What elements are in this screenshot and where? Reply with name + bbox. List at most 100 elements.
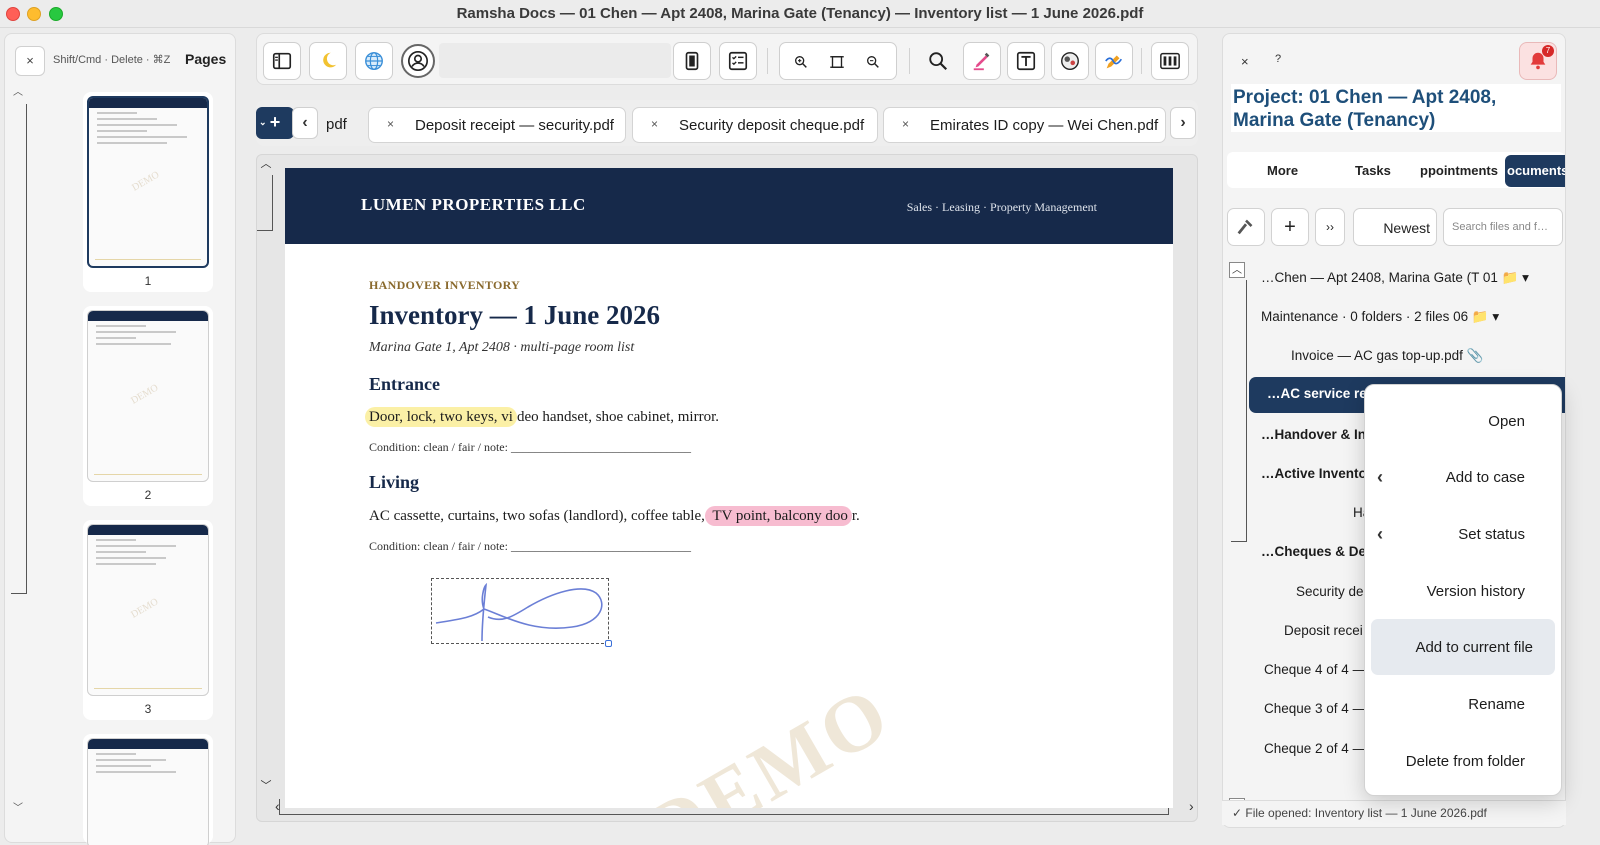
- page-thumbnail-2[interactable]: DEMO 2: [83, 306, 213, 506]
- tree-item-deposit-receipt[interactable]: Deposit recei: [1284, 623, 1363, 638]
- zoom-controls: [779, 42, 897, 80]
- text-tool-button[interactable]: [1007, 42, 1045, 80]
- zoom-in-icon: [795, 56, 807, 68]
- tab-scroll-right-button[interactable]: ›: [1170, 107, 1196, 139]
- close-pages-panel-button[interactable]: ×: [15, 46, 45, 76]
- tree-scrollbar[interactable]: ︿ ﹀: [1227, 262, 1247, 817]
- scroll-up-icon[interactable]: ︿: [1229, 262, 1245, 278]
- layout-columns-button[interactable]: [1151, 42, 1189, 80]
- highlight-pen-button[interactable]: [963, 42, 1001, 80]
- tree-item-cheques-folder[interactable]: …Cheques & Dep: [1261, 544, 1374, 559]
- tree-item-maintenance-folder[interactable]: Maintenance · 0 folders · 2 files 06 📁 ▾: [1261, 309, 1499, 325]
- close-tab-icon[interactable]: ×: [902, 117, 909, 131]
- page-thumbnail-image: DEMO: [87, 310, 209, 482]
- document-vertical-scrollbar[interactable]: ︿ ﹀: [257, 155, 277, 821]
- sort-dropdown[interactable]: Newest: [1353, 208, 1437, 246]
- pages-scrollbar[interactable]: ︿ ﹀: [9, 86, 27, 836]
- window-title: Ramsha Docs — 01 Chen — Apt 2408, Marina…: [456, 5, 1144, 22]
- menu-item-delete-from-folder[interactable]: Delete from folder: [1371, 733, 1555, 789]
- menu-item-rename[interactable]: Rename: [1371, 676, 1555, 732]
- tree-item-cheque-3[interactable]: Cheque 3 of 4 —: [1264, 701, 1366, 716]
- pages-scrollbar-thumb[interactable]: [11, 104, 27, 594]
- signature-tool-button[interactable]: [1095, 42, 1133, 80]
- close-tab-icon[interactable]: ×: [387, 117, 394, 131]
- new-tab-button[interactable]: ⌄ +: [256, 107, 294, 139]
- zoom-out-button[interactable]: [862, 51, 884, 73]
- files-search-input[interactable]: [1443, 208, 1563, 246]
- tab-emirates-id-copy[interactable]: × Emirates ID copy — Wei Chen.pdf: [883, 107, 1166, 143]
- document-scrollbar-thumb[interactable]: [257, 175, 273, 231]
- resize-handle[interactable]: [605, 640, 612, 647]
- checklist-button[interactable]: [719, 42, 757, 80]
- expand-button[interactable]: ››: [1315, 208, 1345, 246]
- page-thumbnail-3[interactable]: DEMO 3: [83, 520, 213, 720]
- company-tagline: Sales · Leasing · Property Management: [906, 200, 1097, 214]
- stamp-tool-button[interactable]: [1051, 42, 1089, 80]
- yellow-highlight[interactable]: Door, lock, two keys, vi: [365, 407, 517, 427]
- tab-tasks[interactable]: Tasks: [1355, 163, 1391, 178]
- find-button[interactable]: [919, 42, 957, 80]
- signature-scribble-icon: [435, 582, 603, 642]
- tree-item-invoice-ac[interactable]: Invoice — AC gas top-up.pdf 📎: [1291, 348, 1483, 364]
- fit-page-button[interactable]: [826, 51, 848, 73]
- chevron-left-icon: ‹: [1377, 467, 1383, 487]
- menu-item-add-to-current-file[interactable]: Add to current file: [1371, 619, 1555, 675]
- pages-panel-title: Pages: [185, 51, 227, 67]
- menu-item-add-to-case[interactable]: ‹ Add to case: [1371, 449, 1555, 505]
- add-document-button[interactable]: +: [1271, 208, 1309, 246]
- page-thumbnail-1[interactable]: DEMO 1: [83, 92, 213, 292]
- document-subtitle: Marina Gate 1, Apt 2408 · multi-page roo…: [369, 340, 635, 355]
- pink-highlight[interactable]: TV point, balcony doo: [704, 506, 852, 526]
- page-thumbnail-image: DEMO: [87, 96, 209, 268]
- toolbar-search-input[interactable]: [439, 43, 671, 78]
- tree-item-security-deposit[interactable]: Security de: [1296, 584, 1364, 599]
- scroll-down-icon[interactable]: ﹀: [257, 777, 275, 795]
- close-panel-button[interactable]: ×: [1241, 54, 1249, 69]
- close-tab-icon[interactable]: ×: [651, 117, 658, 131]
- document-kicker: HANDOVER INVENTORY: [369, 278, 521, 292]
- tree-item-cheque-4[interactable]: Cheque 4 of 4 —: [1264, 662, 1366, 677]
- tab-security-deposit-cheque[interactable]: × Security deposit cheque.pdf: [632, 107, 878, 143]
- help-button[interactable]: ?: [1275, 53, 1281, 65]
- tools-button[interactable]: [1227, 208, 1265, 246]
- project-tabs: More Tasks ppointments ocuments ·: [1227, 152, 1565, 188]
- tab-appointments[interactable]: ppointments: [1420, 163, 1498, 178]
- menu-item-set-status[interactable]: ‹ Set status: [1371, 506, 1555, 562]
- tree-item-cheque-2[interactable]: Cheque 2 of 4 —: [1264, 741, 1366, 756]
- tab-deposit-receipt[interactable]: × Deposit receipt — security.pdf: [368, 107, 626, 143]
- thumbnail-watermark: DEMO: [130, 169, 162, 194]
- thumbnail-watermark: DEMO: [129, 382, 161, 407]
- tab-more[interactable]: More: [1267, 163, 1298, 178]
- condition-line-living: Condition: clean / fair / note: ________…: [369, 539, 691, 553]
- tab-scroll-left-button[interactable]: ‹: [292, 107, 318, 139]
- menu-item-version-history[interactable]: Version history: [1371, 563, 1555, 619]
- document-viewer[interactable]: ︿ ﹀ ‹ › LUMEN PROPERTIES LLC Sales · Lea…: [256, 154, 1198, 822]
- scroll-up-icon[interactable]: ︿: [11, 86, 25, 100]
- tree-scrollbar-thumb[interactable]: [1231, 280, 1247, 542]
- tree-item-handover-folder[interactable]: …Handover & Inv: [1261, 427, 1374, 442]
- menu-item-open[interactable]: Open: [1371, 393, 1555, 449]
- tab-documents[interactable]: ocuments ·: [1505, 155, 1565, 187]
- pen-icon: [973, 52, 990, 71]
- scroll-right-icon[interactable]: ›: [1189, 798, 1194, 814]
- pdf-page[interactable]: LUMEN PROPERTIES LLC Sales · Leasing · P…: [285, 168, 1173, 808]
- reader-mode-button[interactable]: [673, 42, 711, 80]
- tree-item-active-inventory[interactable]: …Active Inventor: [1261, 466, 1372, 481]
- account-button[interactable]: [401, 44, 435, 78]
- scroll-down-icon[interactable]: ﹀: [11, 802, 25, 816]
- section-items-entrance: Door, lock, two keys, vi deo handset, sho…: [365, 407, 719, 427]
- tab-inventory-list[interactable]: pdf: [322, 107, 358, 143]
- page-number: 2: [144, 488, 152, 502]
- dark-mode-button[interactable]: [309, 42, 347, 80]
- tree-item-case-folder[interactable]: …Chen — Apt 2408, Marina Gate (T 01 📁 ▾: [1261, 270, 1529, 286]
- page-thumbnail-4[interactable]: [83, 734, 213, 845]
- language-button[interactable]: [355, 42, 393, 80]
- toggle-sidebar-button[interactable]: [263, 42, 301, 80]
- tab-label: pdf: [326, 116, 347, 133]
- scroll-up-icon[interactable]: ︿: [257, 155, 275, 173]
- notifications-button[interactable]: 7: [1519, 42, 1557, 80]
- project-title: Project: 01 Chen — Apt 2408, Marina Gate…: [1231, 84, 1561, 132]
- zoom-in-button[interactable]: [790, 51, 812, 73]
- search-icon: [929, 52, 948, 71]
- signature-annotation[interactable]: [431, 578, 612, 647]
